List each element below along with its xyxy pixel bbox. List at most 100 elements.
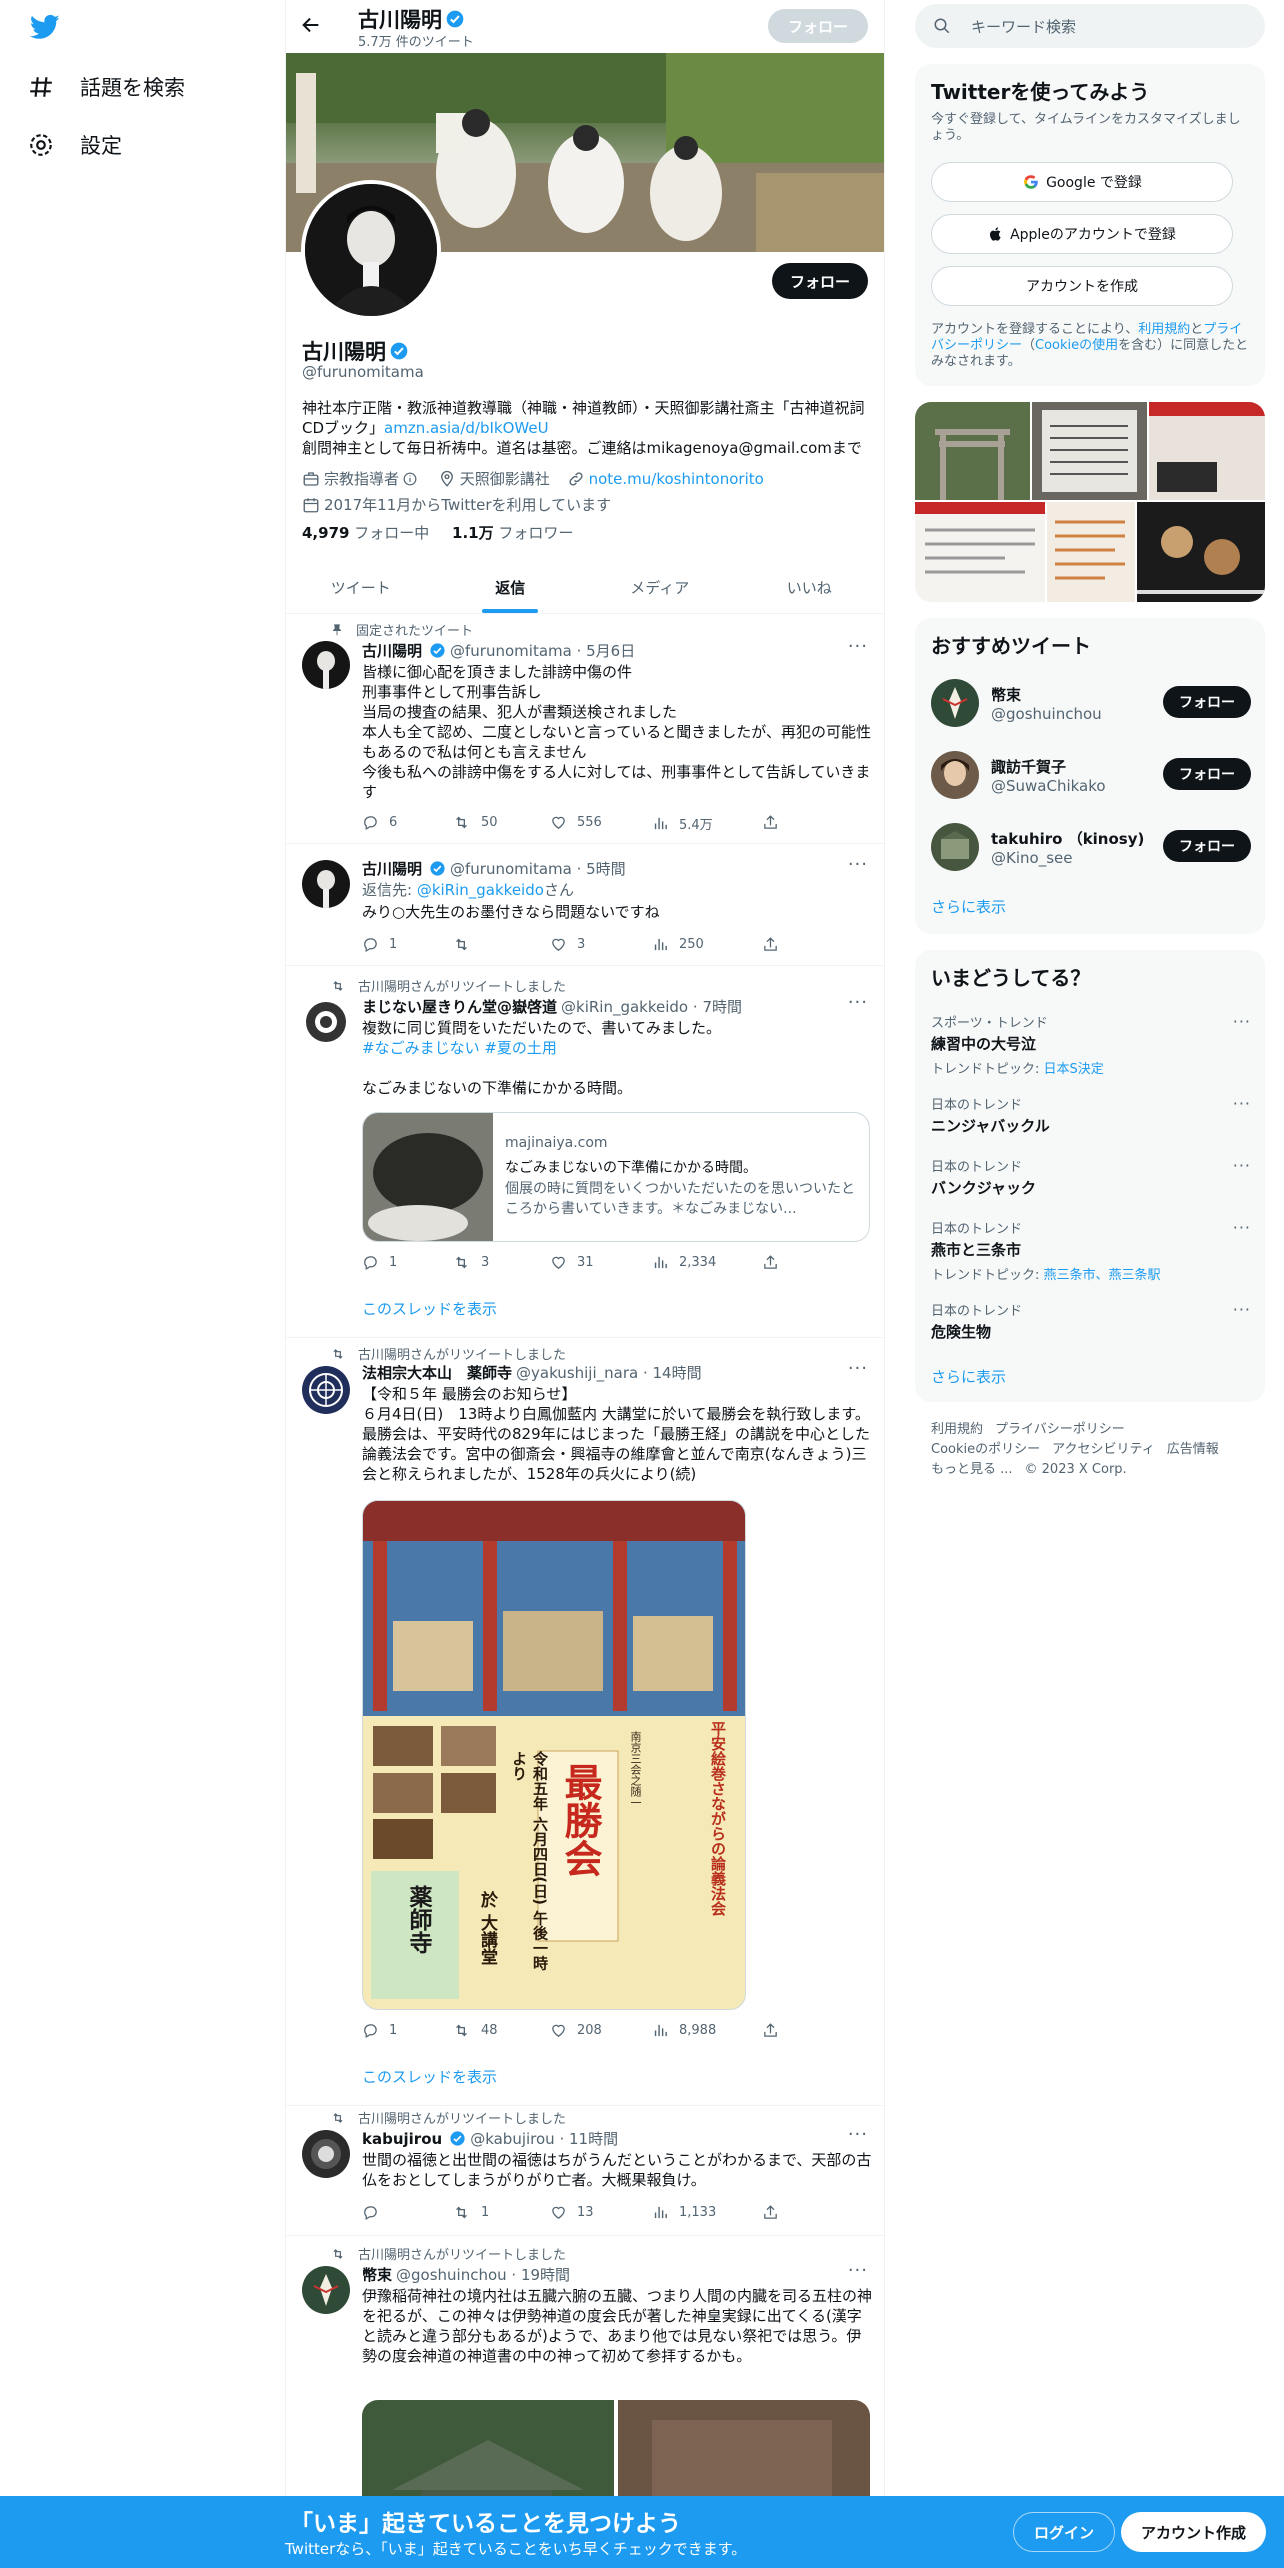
share-button[interactable]: [762, 1254, 789, 1271]
info-icon[interactable]: [403, 472, 417, 486]
more-icon[interactable]: ···: [848, 2260, 868, 2281]
footer-ads-link[interactable]: 広告情報: [1167, 1442, 1219, 1457]
google-signup-button[interactable]: Google で登録: [931, 162, 1233, 202]
tab-tweets[interactable]: ツイート: [286, 561, 436, 613]
nav-explore[interactable]: 話題を検索: [28, 67, 185, 107]
reply-button[interactable]: 6: [362, 814, 397, 831]
author-name[interactable]: まじない屋きりん堂@嶽啓道: [362, 996, 557, 1017]
more-icon[interactable]: ···: [848, 636, 868, 657]
media-thumb[interactable]: [915, 502, 1045, 602]
author-handle[interactable]: @furunomitama: [450, 642, 572, 660]
follow-button[interactable]: フォロー: [1163, 830, 1251, 862]
avatar[interactable]: [302, 2130, 350, 2178]
link-card[interactable]: majinaiya.com なごみまじないの下準備にかかる時間。 個展の時に質問…: [362, 1112, 870, 1242]
more-icon[interactable]: ···: [848, 2124, 868, 2145]
header-follow-button[interactable]: フォロー: [767, 9, 868, 43]
more-icon[interactable]: ···: [1233, 1094, 1251, 1113]
follow-button[interactable]: フォロー: [1163, 758, 1251, 790]
nav-settings[interactable]: 設定: [28, 125, 122, 165]
avatar[interactable]: [931, 751, 979, 799]
avatar[interactable]: [931, 679, 979, 727]
recommend-user[interactable]: takuhiro （kinosy) @Kino_see フォロー: [931, 818, 1251, 876]
retweet-button[interactable]: [452, 936, 481, 953]
author-handle[interactable]: @kiRin_gakkeido: [561, 998, 688, 1016]
retweet-button[interactable]: 50: [452, 814, 498, 831]
tweet[interactable]: 固定されたツイート 古川陽明 @furunomitama · 5月6日 ··· 皆…: [286, 614, 884, 844]
tweet[interactable]: 古川陽明 @furunomitama · 5時間 ··· 返信先: @kiRin_…: [286, 844, 884, 966]
footer-terms-link[interactable]: 利用規約: [931, 1422, 983, 1437]
like-button[interactable]: 13: [550, 2204, 594, 2221]
recommend-user[interactable]: 幣束 @goshuinchou フォロー: [931, 674, 1251, 732]
views-button[interactable]: 250: [652, 936, 704, 953]
like-button[interactable]: 31: [550, 1254, 594, 1271]
author-name[interactable]: 古川陽明: [362, 858, 422, 879]
reply-button[interactable]: 1: [362, 1254, 397, 1271]
more-icon[interactable]: ···: [848, 992, 868, 1013]
retweet-button[interactable]: 3: [452, 1254, 489, 1271]
website-link[interactable]: note.mu/koshintonorito: [589, 468, 764, 490]
trend-item[interactable]: スポーツ・トレンド 練習中の大号泣 トレンドトピック: 日本S決定 ···: [931, 1012, 1251, 1077]
more-icon[interactable]: ···: [1233, 1012, 1251, 1031]
followers-link[interactable]: 1.1万 フォロワー: [452, 524, 573, 542]
reply-button[interactable]: 1: [362, 2022, 397, 2039]
views-button[interactable]: 2,334: [652, 1254, 716, 1271]
avatar[interactable]: [931, 823, 979, 871]
follow-button[interactable]: フォロー: [771, 263, 868, 299]
hashtags[interactable]: #なごみまじない #夏の土用: [362, 1038, 872, 1058]
avatar[interactable]: [302, 1366, 350, 1414]
tweet-time[interactable]: 7時間: [702, 996, 742, 1017]
show-thread-link[interactable]: このスレッドを表示: [362, 2066, 497, 2087]
author-name[interactable]: kabujirou: [362, 2130, 442, 2148]
share-button[interactable]: [762, 814, 789, 831]
login-button[interactable]: ログイン: [1013, 2512, 1116, 2552]
share-button[interactable]: [762, 2204, 789, 2221]
author-name[interactable]: 法相宗大本山 薬師寺: [362, 1362, 512, 1383]
reply-button[interactable]: 1: [362, 936, 397, 953]
footer-more-link[interactable]: もっと見る ...: [931, 1462, 1013, 1477]
author-handle[interactable]: @yakushiji_nara: [516, 1364, 638, 1382]
tab-replies[interactable]: 返信: [436, 561, 586, 613]
media-thumb[interactable]: [1137, 502, 1265, 602]
trend-item[interactable]: 日本のトレンド 危険生物 ···: [931, 1300, 1251, 1342]
tab-likes[interactable]: いいね: [735, 561, 885, 613]
media-thumb[interactable]: [1032, 402, 1147, 500]
more-icon[interactable]: ···: [848, 854, 868, 875]
avatar[interactable]: [302, 860, 350, 908]
tab-media[interactable]: メディア: [585, 561, 735, 613]
tweet-time[interactable]: 5月6日: [586, 640, 635, 661]
back-arrow-icon[interactable]: [300, 14, 326, 40]
author-handle[interactable]: @goshuinchou: [396, 2266, 507, 2284]
show-more-link[interactable]: さらに表示: [931, 1366, 1006, 1387]
tweet[interactable]: 古川陽明さんがリツイートしました 法相宗大本山 薬師寺 @yakushiji_na…: [286, 1338, 884, 2106]
avatar[interactable]: [302, 641, 350, 689]
more-icon[interactable]: ···: [1233, 1218, 1251, 1237]
retweet-button[interactable]: 1: [452, 2204, 489, 2221]
follow-button[interactable]: フォロー: [1163, 686, 1251, 718]
trend-item[interactable]: 日本のトレンド バンクジャック ···: [931, 1156, 1251, 1198]
signup-button[interactable]: アカウント作成: [1121, 2512, 1267, 2552]
media-thumb[interactable]: [915, 402, 1030, 500]
views-button[interactable]: 8,988: [652, 2022, 716, 2039]
tweet-image[interactable]: 最勝会 平安絵巻さながらの論義法会 南京三会之随一 令和五年 六月四日(日) 午…: [362, 1500, 746, 2010]
author-name[interactable]: 幣束: [362, 2264, 392, 2285]
author-handle[interactable]: @furunomitama: [450, 860, 572, 878]
footer-accessibility-link[interactable]: アクセシビリティ: [1052, 1442, 1155, 1457]
recommend-user[interactable]: 諏訪千賀子 @SuwaChikako フォロー: [931, 746, 1251, 804]
share-button[interactable]: [762, 2022, 789, 2039]
tweet[interactable]: 古川陽明さんがリツイートしました まじない屋きりん堂@嶽啓道 @kiRin_gak…: [286, 966, 884, 1338]
following-link[interactable]: 4,979 フォロー中: [302, 524, 429, 542]
tweet[interactable]: 古川陽明さんがリツイートしました kabujirou @kabujirou · 1…: [286, 2106, 884, 2236]
tweet-time[interactable]: 19時間: [521, 2264, 570, 2285]
author-handle[interactable]: @kabujirou: [470, 2130, 555, 2148]
views-button[interactable]: 5.4万: [652, 814, 713, 833]
trend-item[interactable]: 日本のトレンド ニンジャバックル ···: [931, 1094, 1251, 1136]
search-input[interactable]: キーワード検索: [915, 4, 1265, 48]
bio-link[interactable]: amzn.asia/d/bIkOWeU: [384, 419, 549, 437]
avatar[interactable]: [302, 998, 350, 1046]
apple-signup-button[interactable]: Appleのアカウントで登録: [931, 214, 1233, 254]
create-account-button[interactable]: アカウントを作成: [931, 266, 1233, 306]
more-icon[interactable]: ···: [1233, 1300, 1251, 1319]
author-name[interactable]: 古川陽明: [362, 640, 422, 661]
like-button[interactable]: 208: [550, 2022, 602, 2039]
more-icon[interactable]: ···: [848, 1358, 868, 1379]
